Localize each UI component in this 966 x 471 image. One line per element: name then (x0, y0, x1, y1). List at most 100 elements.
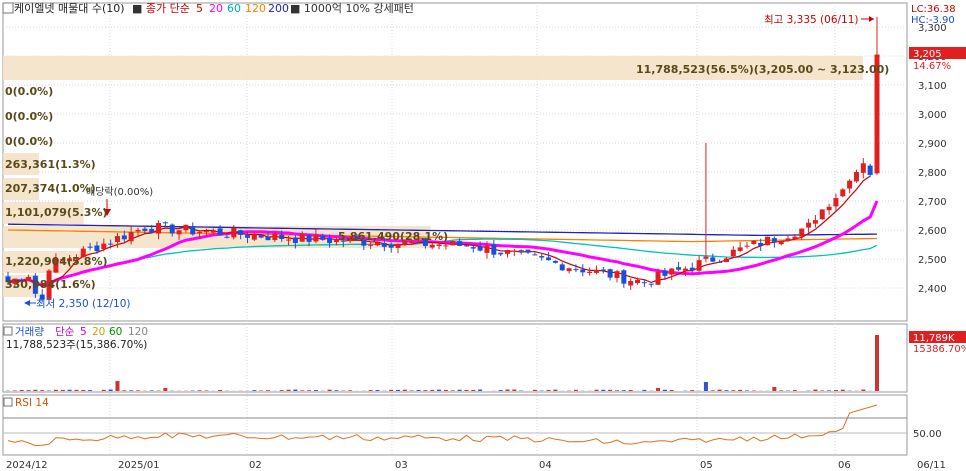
date-label-may: 05 (700, 460, 713, 471)
volume-bar (498, 390, 503, 391)
candle-body (368, 244, 374, 246)
candle-body (436, 244, 442, 246)
volume-profile-checkbox[interactable] (2, 2, 14, 14)
stock-chart[interactable]: 케이엘넷 매물대 수(10) ■ 종가 단순 5 20 60 120 200 ■… (0, 0, 966, 471)
candle-body (518, 250, 524, 252)
volume-bar (471, 389, 476, 391)
volume-bar (731, 390, 736, 391)
candle-body (299, 233, 305, 242)
candle-body (224, 236, 230, 238)
current-price: 3,205 (913, 49, 942, 60)
candle-body (819, 209, 825, 220)
price-tick: 2,700 (918, 197, 947, 208)
legend-ma5: 5 (196, 2, 203, 15)
legend-ma200: 200 (268, 2, 289, 15)
rsi-tick: 50.00 (913, 429, 942, 440)
date-label-dec: 2024/12 (6, 460, 48, 471)
vp-label-8: 1,220,904(5.8%) (5, 255, 108, 268)
volume-bar (423, 390, 428, 391)
candle-body (327, 237, 333, 244)
volume-bar (744, 390, 749, 391)
candle-body (546, 257, 552, 261)
volume-bar (710, 390, 715, 391)
rsi-legend: RSI 14 (15, 397, 49, 409)
candle-body (265, 236, 271, 241)
candle-body (87, 246, 93, 248)
volume-bar (396, 389, 401, 391)
volume-bar (573, 389, 578, 391)
candle-body (457, 241, 463, 246)
volume-bar (450, 390, 455, 391)
candle-body (183, 224, 189, 231)
lc-value: LC:36.38 (911, 4, 956, 15)
candle-body (114, 236, 120, 242)
volume-bar (601, 389, 606, 391)
volume-bar (12, 390, 17, 391)
volume-bar (608, 389, 613, 391)
candle-body (286, 239, 292, 241)
legend-close-label: ■ 종가 단순 (132, 2, 190, 15)
low-annotation: 최저 2,350 (12/10) (36, 298, 131, 310)
candle-body (703, 256, 709, 259)
candle-body (559, 264, 565, 271)
volume-bar (621, 390, 626, 391)
volume-legend-ma20: 20 (92, 326, 105, 338)
volume-bar (129, 390, 134, 391)
candle-body (635, 279, 641, 284)
candle-body (238, 230, 244, 235)
candle-body (614, 271, 620, 278)
candle-body (244, 235, 250, 238)
candle-body (847, 180, 853, 189)
candle-body (505, 250, 511, 254)
volume-bar (40, 390, 45, 391)
volume-checkbox[interactable] (3, 326, 13, 336)
volume-bar (88, 390, 93, 391)
candle-body (532, 254, 538, 256)
volume-bar (67, 389, 72, 391)
volume-bar (840, 389, 845, 391)
candle-body (135, 230, 141, 232)
candle-body (128, 232, 134, 242)
vp-label-7: 5,861,490(28.1%) (338, 230, 448, 243)
candle-body (190, 226, 196, 235)
candle-body (778, 241, 784, 245)
volume-bar (33, 389, 38, 391)
candle-body (251, 234, 257, 240)
candle-body (429, 244, 435, 248)
candle-body (737, 247, 743, 251)
candle-body (306, 235, 312, 242)
candle-body (450, 241, 456, 246)
vp-top-label: 11,788,523(56.5%)(3,205.00 ~ 3,123.00) (636, 63, 889, 76)
candle-body (771, 238, 777, 242)
price-tick: 2,900 (918, 139, 947, 150)
candle-body (621, 270, 627, 284)
candle-body (477, 246, 483, 251)
volume-bar (163, 388, 168, 391)
candle-body (751, 240, 757, 245)
price-tick: 3,300 (918, 23, 947, 34)
candle-body (600, 269, 606, 271)
volume-bar (820, 390, 825, 391)
volume-bar (197, 390, 202, 391)
candle-body (395, 243, 401, 248)
volume-bar (478, 389, 483, 391)
volume-bar (546, 390, 551, 391)
volume-bar (218, 389, 223, 391)
volume-bar (108, 389, 113, 391)
rsi-checkbox[interactable] (3, 397, 13, 407)
volume-bar (779, 390, 784, 391)
volume-bar (313, 390, 318, 391)
candle-body (860, 163, 866, 173)
candle-body (676, 267, 682, 270)
volume-bar (861, 389, 866, 391)
high-annotation: 최고 3,335 (06/11) (764, 14, 859, 26)
candle-body (149, 229, 155, 233)
candle-body (443, 245, 449, 247)
volume-bar (53, 389, 58, 391)
candle-body (812, 220, 818, 224)
vp-label-5: 207,374(1.0%) (5, 182, 96, 195)
candle-body (156, 223, 162, 234)
candle-body (258, 235, 264, 238)
price-tick: 2,400 (918, 284, 947, 295)
candle-body (723, 258, 729, 263)
